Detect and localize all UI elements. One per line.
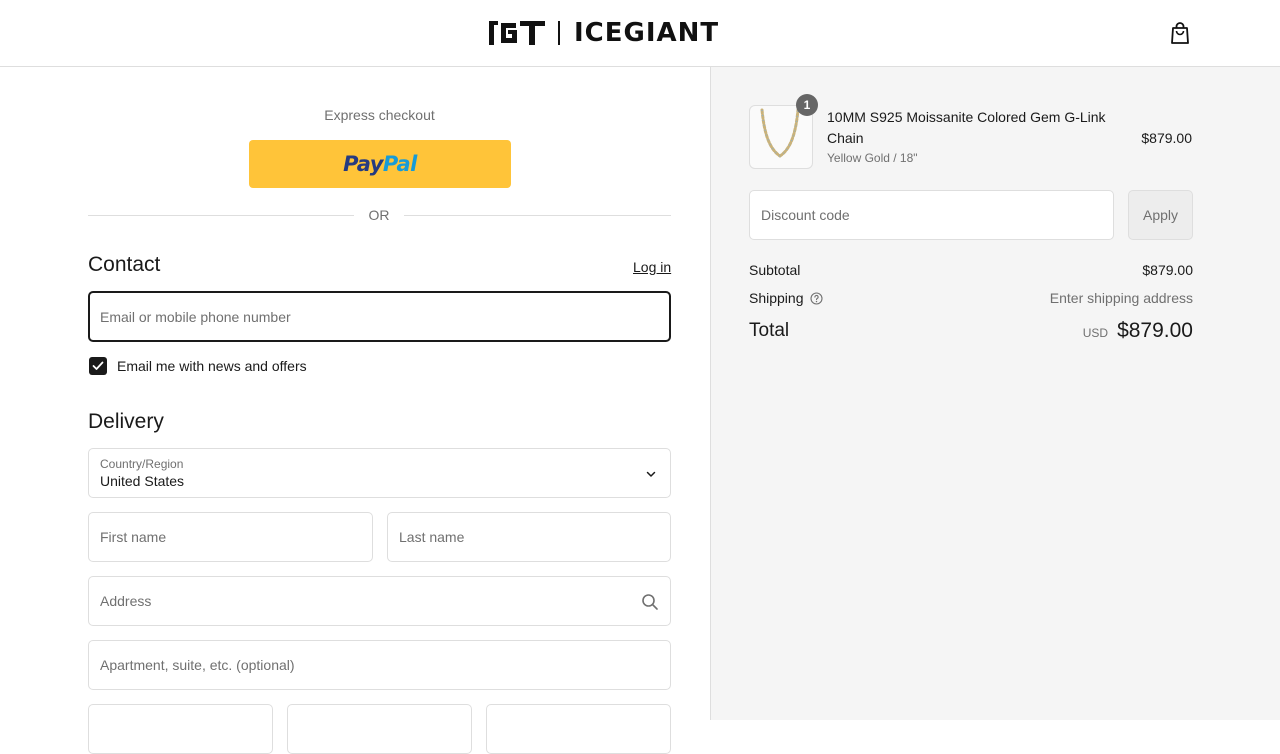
shopping-bag-icon[interactable] [1169, 21, 1191, 45]
shipping-row: Shipping Enter shipping address [749, 290, 1193, 306]
email-input[interactable] [100, 293, 669, 340]
total-group: USD $879.00 [1083, 319, 1193, 343]
last-name-field[interactable] [387, 512, 671, 562]
paypal-logo: PayPal [343, 152, 417, 176]
country-value: United States [100, 473, 185, 489]
country-select[interactable]: Country/Region United States [88, 448, 671, 498]
logo-mark-icon [489, 21, 545, 45]
order-summary-panel: 1 10MM S925 Moissanite Colored Gem G-Lin… [710, 67, 1280, 720]
express-checkout-label: Express checkout [324, 107, 435, 123]
product-variant: Yellow Gold / 18" [827, 151, 918, 165]
apartment-field[interactable] [88, 640, 671, 690]
discount-input[interactable] [761, 207, 1113, 223]
brand-logo[interactable]: ICEGIANT [489, 19, 719, 47]
newsletter-option[interactable]: Email me with news and offers [89, 357, 307, 375]
discount-field[interactable] [749, 190, 1114, 240]
search-icon[interactable] [641, 593, 659, 611]
newsletter-checkbox[interactable] [89, 357, 107, 375]
first-name-input[interactable] [100, 513, 372, 561]
shipping-label: Shipping [749, 290, 804, 306]
contact-title: Contact [88, 253, 161, 276]
subtotal-value: $879.00 [1142, 262, 1193, 278]
email-field[interactable] [88, 291, 671, 342]
newsletter-label: Email me with news and offers [117, 358, 307, 374]
paypal-button[interactable]: PayPal [249, 140, 511, 188]
site-header: ICEGIANT [0, 0, 1280, 67]
question-circle-icon[interactable] [809, 292, 823, 305]
zip-field[interactable] [486, 704, 671, 754]
brand-name: ICEGIANT [574, 18, 720, 48]
total-label: Total [749, 320, 790, 341]
shipping-value: Enter shipping address [1049, 290, 1193, 306]
last-name-input[interactable] [399, 513, 670, 561]
delivery-title: Delivery [88, 410, 164, 433]
product-price: $879.00 [1141, 130, 1192, 146]
shipping-label-group: Shipping [749, 290, 823, 306]
currency-code: USD [1082, 326, 1109, 340]
logo-divider [558, 21, 560, 45]
total-row: Total USD $879.00 [749, 319, 1193, 343]
or-divider: OR [88, 207, 671, 223]
quantity-badge: 1 [796, 94, 818, 116]
apartment-input[interactable] [100, 641, 670, 689]
address-input[interactable] [100, 577, 670, 625]
country-label: Country/Region [100, 457, 184, 471]
state-field[interactable] [287, 704, 472, 754]
check-icon [92, 361, 104, 370]
apply-button[interactable]: Apply [1128, 190, 1193, 240]
city-field[interactable] [88, 704, 273, 754]
address-field[interactable] [88, 576, 671, 626]
chevron-down-icon [646, 471, 656, 477]
subtotal-row: Subtotal $879.00 [749, 262, 1193, 278]
checkout-form-panel: Express checkout PayPal OR Contact Log i… [0, 67, 710, 754]
or-text: OR [368, 207, 390, 223]
total-value: $879.00 [1117, 319, 1193, 342]
subtotal-label: Subtotal [749, 262, 801, 278]
product-name: 10MM S925 Moissanite Colored Gem G-Link … [827, 109, 1106, 146]
first-name-field[interactable] [88, 512, 373, 562]
login-link[interactable]: Log in [633, 259, 671, 275]
